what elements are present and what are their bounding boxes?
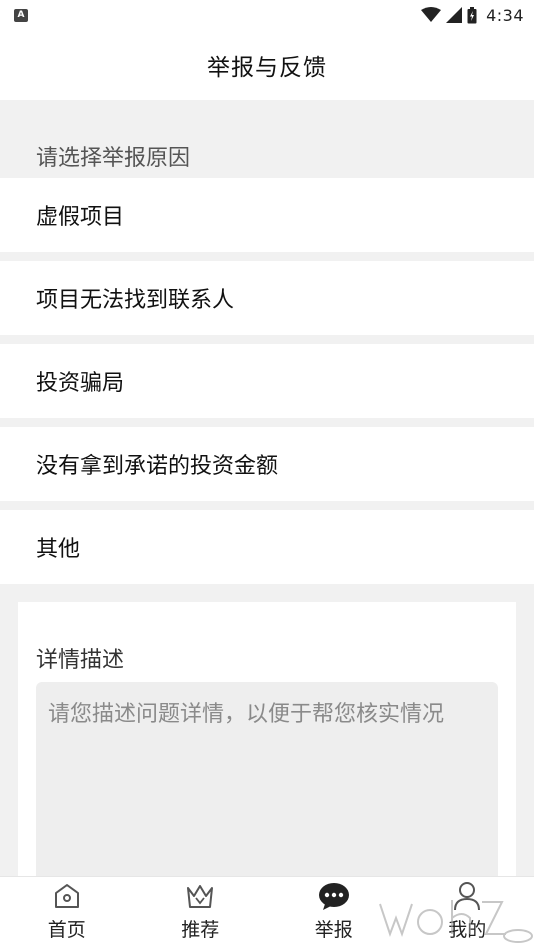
status-left: A xyxy=(14,8,28,22)
reason-item-investment-scam[interactable]: 投资骗局 xyxy=(0,344,534,418)
detail-card: 详情描述 xyxy=(18,602,516,902)
wifi-icon xyxy=(421,7,442,22)
tab-label: 首页 xyxy=(47,919,86,941)
reason-label: 其他 xyxy=(36,537,81,562)
home-icon xyxy=(51,881,83,911)
crown-icon xyxy=(184,881,216,911)
status-time: 4:34 xyxy=(486,5,524,25)
report-section-header: 请选择举报原因 xyxy=(0,100,534,178)
battery-icon xyxy=(467,6,477,23)
chat-bubble-icon xyxy=(318,881,350,911)
tab-mine[interactable]: 我的 xyxy=(401,877,534,950)
tab-label: 举报 xyxy=(314,919,353,941)
status-right: 4:34 xyxy=(421,6,524,25)
tab-label: 我的 xyxy=(448,919,487,941)
cellular-signal-icon xyxy=(446,7,463,23)
notification-icon: A xyxy=(14,8,28,22)
report-section-label: 请选择举报原因 xyxy=(36,146,191,171)
tab-label: 推荐 xyxy=(181,919,220,941)
reason-item-unpaid-amount[interactable]: 没有拿到承诺的投资金额 xyxy=(0,427,534,501)
tab-recommend[interactable]: 推荐 xyxy=(134,877,268,950)
status-bar: A 4:34 xyxy=(0,0,534,30)
tab-report[interactable]: 举报 xyxy=(267,877,401,950)
reason-label: 虚假项目 xyxy=(36,205,125,230)
title-bar: 举报与反馈 xyxy=(0,30,534,100)
detail-title: 详情描述 xyxy=(36,648,125,673)
tab-home[interactable]: 首页 xyxy=(0,877,134,950)
reason-item-no-contact[interactable]: 项目无法找到联系人 xyxy=(0,261,534,335)
reason-item-fake-project[interactable]: 虚假项目 xyxy=(0,178,534,252)
reason-label: 项目无法找到联系人 xyxy=(36,288,235,313)
reason-label: 没有拿到承诺的投资金额 xyxy=(36,454,279,479)
bottom-tab-bar: 首页 推荐 举报 我的 xyxy=(0,876,534,950)
detail-description-input[interactable] xyxy=(36,682,498,902)
reason-item-other[interactable]: 其他 xyxy=(0,510,534,584)
user-icon xyxy=(451,881,483,911)
page-title: 举报与反馈 xyxy=(207,55,327,81)
reason-label: 投资骗局 xyxy=(36,371,125,396)
